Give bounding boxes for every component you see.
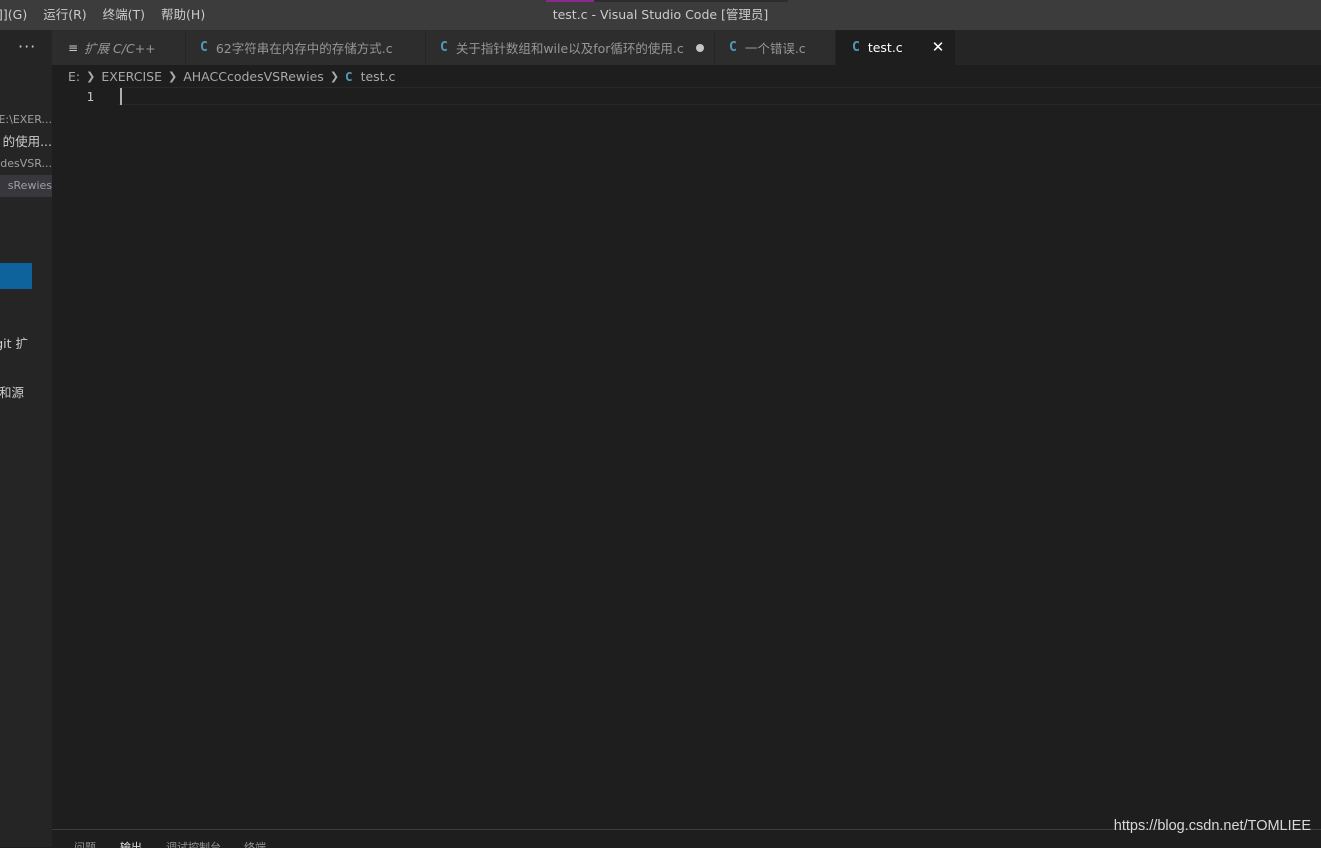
breadcrumb-drive[interactable]: E: xyxy=(68,69,80,84)
menu-item-git[interactable]: ]](G) xyxy=(0,0,35,30)
tab-one-error[interactable]: C 一个错误.c xyxy=(715,30,836,65)
code-editor[interactable]: 1 xyxy=(52,87,1321,829)
sidebar-text-source: 和源 xyxy=(0,385,24,400)
sidebar-text-git: git 扩 xyxy=(0,336,28,351)
tab-test-c[interactable]: C test.c ✕ xyxy=(836,30,956,65)
open-editor-item[interactable]: 的使用... xyxy=(0,131,52,153)
tab-label: 关于指针数组和wile以及for循环的使用.c xyxy=(455,41,684,56)
c-file-icon: C xyxy=(729,40,737,55)
c-file-icon: C xyxy=(852,40,860,55)
chevron-right-icon: ❯ xyxy=(329,69,340,83)
chevron-right-icon: ❯ xyxy=(86,69,96,83)
current-line-highlight xyxy=(118,87,1321,105)
line-number: 1 xyxy=(86,89,94,104)
tab-string-storage[interactable]: C 62字符串在内存中的存储方式.c xyxy=(186,30,426,65)
close-icon[interactable]: ✕ xyxy=(929,38,947,56)
folder-active-label: sRewies xyxy=(7,179,52,192)
preview-icon: ≡ xyxy=(68,40,79,55)
c-file-icon: C xyxy=(200,40,208,55)
breadcrumb: E: ❯ EXERCISE ❯ AHACCcodesVSRewies ❯ C t… xyxy=(52,65,1321,87)
breadcrumb-file[interactable]: test.c xyxy=(361,69,396,84)
text-cursor xyxy=(120,88,122,105)
menu-item-terminal[interactable]: 终端(T) xyxy=(95,0,153,30)
tab-label: 扩展 C/C++ xyxy=(84,41,156,56)
folder-label: odesVSR... xyxy=(0,157,52,170)
c-file-icon: C xyxy=(440,40,448,55)
tab-pointer-array[interactable]: C 关于指针数组和wile以及for循环的使用.c xyxy=(426,30,715,65)
unsaved-dot-icon[interactable] xyxy=(696,44,704,52)
sidebar: ··· E:\EXER... 的使用... odesVSR... sRewies… xyxy=(0,30,52,847)
menu-item-help[interactable]: 帮助(H) xyxy=(153,0,213,30)
title-bar: ]](G) 运行(R) 终端(T) 帮助(H) test.c - Visual … xyxy=(0,0,1321,30)
open-editor-path: E:\EXER... xyxy=(0,113,52,126)
tab-extension-cpp[interactable]: ≡ 扩展 C/C++ xyxy=(52,30,186,65)
breadcrumb-folder[interactable]: AHACCcodesVSRewies xyxy=(183,69,324,84)
open-editor-path-row[interactable]: E:\EXER... xyxy=(0,109,52,131)
menu-item-run[interactable]: 运行(R) xyxy=(35,0,94,30)
editor-tab-bar: ≡ 扩展 C/C++ C 62字符串在内存中的存储方式.c C 关于指针数组和w… xyxy=(52,30,1321,65)
watermark: https://blog.csdn.net/TOMLIEE xyxy=(1113,818,1311,834)
chevron-right-icon: ❯ xyxy=(168,69,178,83)
tab-label: 62字符串在内存中的存储方式.c xyxy=(215,41,393,56)
title-accent-line xyxy=(546,0,788,2)
more-actions-icon[interactable]: ··· xyxy=(18,36,46,58)
tab-label: 一个错误.c xyxy=(744,41,806,56)
sidebar-primary-button[interactable] xyxy=(0,263,32,289)
folder-item[interactable]: odesVSR... xyxy=(0,153,52,175)
open-editor-label: 的使用... xyxy=(2,134,52,149)
breadcrumb-exercise[interactable]: EXERCISE xyxy=(101,69,162,84)
c-file-icon: C xyxy=(345,68,353,84)
folder-item-active[interactable]: sRewies xyxy=(0,175,52,197)
tab-label: test.c xyxy=(867,40,903,55)
menu-bar: ]](G) 运行(R) 终端(T) 帮助(H) xyxy=(0,0,213,30)
